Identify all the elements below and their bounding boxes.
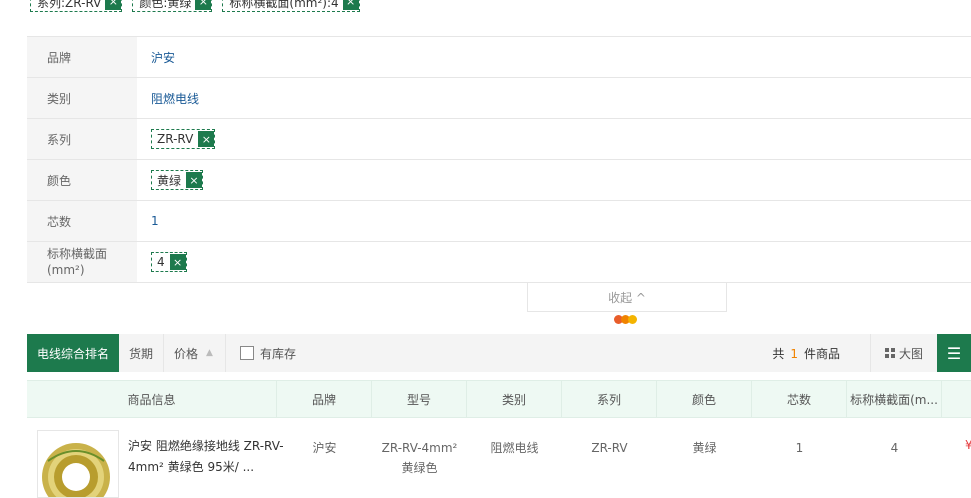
product-color: 黄绿: [692, 441, 717, 455]
table-row: 沪安 阻燃绝缘接地线 ZR-RV-4mm² 黄绿色 95米/ ... 沪安 ZR…: [27, 416, 971, 498]
col-header-series: 系列: [562, 381, 657, 417]
product-category: 阻燃电线: [490, 441, 539, 455]
selected-tags-bar: 系列:ZR-RV × 颜色:黄绿 × 标称横截面(mm²):4 ×: [30, 0, 360, 12]
sort-price-tab[interactable]: 价格 ▲: [164, 334, 226, 372]
big-view-label: 大图: [898, 346, 923, 361]
sort-price-label: 价格: [174, 346, 199, 361]
sort-toolbar: 电线综合排名 货期 价格 ▲ 有库存 共 1 件商品 大图 ☰: [27, 334, 971, 372]
filter-value-cross-section: 4: [157, 255, 165, 269]
product-model-line: ZR-RV-4mm²: [381, 441, 458, 455]
col-header-price: [942, 381, 971, 417]
list-view-icon[interactable]: ☰: [937, 334, 971, 372]
close-icon[interactable]: ×: [195, 0, 212, 10]
filter-row-cores: 芯数 1: [27, 201, 971, 242]
col-header-info: 商品信息: [27, 381, 277, 417]
selected-filter-series[interactable]: ZR-RV ×: [151, 129, 216, 149]
close-icon[interactable]: ×: [342, 0, 359, 10]
close-icon[interactable]: ×: [105, 0, 122, 10]
product-image[interactable]: [37, 430, 119, 498]
col-header-brand: 品牌: [277, 381, 372, 417]
filter-label: 系列: [27, 119, 137, 159]
col-header-cores: 芯数: [752, 381, 847, 417]
selected-filter-color[interactable]: 黄绿 ×: [151, 170, 204, 190]
col-header-model: 型号: [372, 381, 467, 417]
filter-value-color: 黄绿: [157, 173, 182, 188]
filter-row-category: 类别 阻燃电线: [27, 78, 971, 119]
grid-icon: [884, 348, 895, 358]
selected-filter-cross-section[interactable]: 4 ×: [151, 252, 187, 272]
filter-label: 芯数: [27, 201, 137, 241]
in-stock-label: 有库存: [259, 346, 296, 361]
filter-label: 品牌: [27, 37, 137, 77]
close-icon[interactable]: ×: [186, 172, 203, 188]
product-price: ¥: [965, 438, 971, 452]
selected-tag-color[interactable]: 颜色:黄绿 ×: [132, 0, 213, 12]
col-header-category: 类别: [467, 381, 562, 417]
collapse-label: 收起 ^: [608, 290, 646, 305]
product-brand: 沪安: [312, 441, 337, 455]
tag-label: 颜色:黄绿: [139, 0, 192, 10]
loading-dots-icon: [614, 315, 637, 324]
col-header-color: 颜色: [657, 381, 752, 417]
in-stock-checkbox[interactable]: 有库存: [226, 345, 296, 362]
big-view-toggle[interactable]: 大图: [869, 334, 937, 372]
sort-delivery-tab[interactable]: 货期: [119, 334, 165, 372]
filter-panel: 品牌 沪安 类别 阻燃电线 系列 ZR-RV × 颜色 黄绿 × 芯数 1 标称…: [27, 36, 971, 283]
close-icon[interactable]: ×: [198, 131, 215, 147]
product-cores: 1: [795, 441, 804, 455]
product-series: ZR-RV: [591, 441, 628, 455]
checkbox-icon[interactable]: [239, 346, 254, 360]
tag-label: 标称横截面(mm²):4: [229, 0, 339, 10]
result-count-number: 1: [790, 346, 798, 361]
product-model-line: 黄绿色: [401, 461, 438, 475]
filter-row-cross-section: 标称横截面(mm²) 4 ×: [27, 242, 971, 283]
filter-value-brand[interactable]: 沪安: [151, 49, 175, 66]
product-name-link[interactable]: 沪安 阻燃绝缘接地线 ZR-RV-4mm² 黄绿色 95米/ ...: [128, 436, 288, 478]
filter-row-color: 颜色 黄绿 ×: [27, 160, 971, 201]
sort-arrow-icon: ▲: [206, 348, 213, 358]
sort-comprehensive-tab[interactable]: 电线综合排名: [27, 334, 119, 372]
close-icon[interactable]: ×: [169, 254, 186, 270]
result-count: 共 1 件商品: [772, 345, 840, 362]
product-cross-section: 4: [890, 441, 899, 455]
filter-value-category[interactable]: 阻燃电线: [151, 90, 199, 107]
filter-value-cores[interactable]: 1: [151, 214, 159, 228]
filter-label: 标称横截面(mm²): [27, 242, 137, 282]
filter-label: 类别: [27, 78, 137, 118]
product-table-header: 商品信息 品牌 型号 类别 系列 颜色 芯数 标称横截面(m...: [27, 380, 971, 418]
filter-row-series: 系列 ZR-RV ×: [27, 119, 971, 160]
selected-tag-series[interactable]: 系列:ZR-RV ×: [30, 0, 123, 12]
result-count-suffix: 件商品: [803, 346, 840, 361]
filter-label: 颜色: [27, 160, 137, 200]
collapse-button[interactable]: 收起 ^: [527, 283, 727, 312]
sort-delivery-label: 货期: [129, 346, 154, 361]
filter-value-series: ZR-RV: [157, 132, 194, 146]
product-model: ZR-RV-4mm² 黄绿色: [372, 438, 467, 478]
filter-row-brand: 品牌 沪安: [27, 37, 971, 78]
selected-tag-cross-section[interactable]: 标称横截面(mm²):4 ×: [222, 0, 360, 12]
result-count-prefix: 共: [772, 346, 785, 361]
tag-label: 系列:ZR-RV: [37, 0, 102, 10]
col-header-cross-section: 标称横截面(m...: [847, 381, 942, 417]
